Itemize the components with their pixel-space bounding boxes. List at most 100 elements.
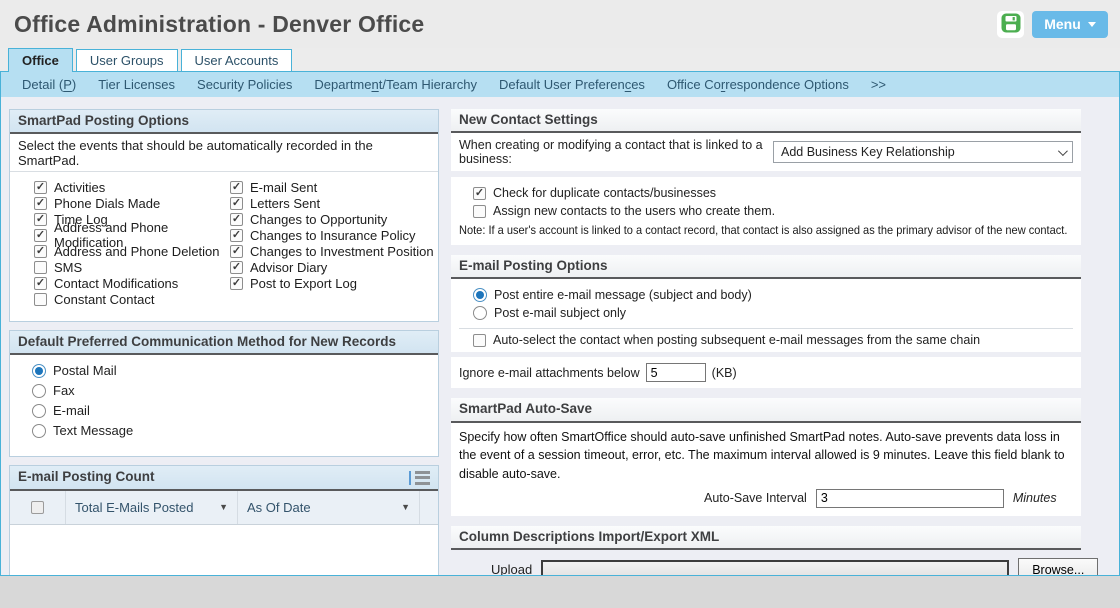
tab-bar: Office User Groups User Accounts xyxy=(0,48,1120,71)
business-link-select[interactable]: Add Business Key Relationship xyxy=(773,141,1073,163)
radio-button[interactable] xyxy=(32,424,46,438)
checkbox[interactable] xyxy=(34,293,47,306)
radio-label: Post entire e-mail message (subject and … xyxy=(494,288,752,302)
column-descriptions-header: Column Descriptions Import/Export XML xyxy=(451,526,1081,550)
email-posting-options-header: E-mail Posting Options xyxy=(451,255,1081,279)
subnav-item[interactable]: Detail (P) xyxy=(11,77,87,92)
ignore-attachments-row: Ignore e-mail attachments below (KB) xyxy=(451,357,1081,388)
checkbox-label: Advisor Diary xyxy=(250,260,327,275)
tab-label: User Groups xyxy=(90,53,164,68)
radio-button[interactable] xyxy=(473,288,487,302)
subnav-item[interactable]: Office Correspondence Options xyxy=(656,77,860,92)
checkbox-label: Post to Export Log xyxy=(250,276,357,291)
comm-method-option: Postal Mail xyxy=(32,362,438,379)
new-contact-checkbox-row: Assign new contacts to the users who cre… xyxy=(459,202,1073,220)
checkbox[interactable] xyxy=(473,334,486,347)
smartpad-option-row: Contact Modifications xyxy=(34,275,230,291)
smartpad-autosave-section: SmartPad Auto-Save Specify how often Sma… xyxy=(451,398,1081,515)
smartpad-posting-description: Select the events that should be automat… xyxy=(10,134,438,172)
checkbox-label: Changes to Insurance Policy xyxy=(250,228,415,243)
checkbox-label: Contact Modifications xyxy=(54,276,178,291)
browse-button[interactable]: Browse... xyxy=(1018,558,1098,575)
smartpad-checkbox-grid: Activities Phone Dials Made xyxy=(10,172,438,321)
subnav-item[interactable]: >> xyxy=(860,77,897,92)
smartpad-autosave-description: Specify how often SmartOffice should aut… xyxy=(451,423,1081,486)
checkbox-label: E-mail Sent xyxy=(250,180,317,195)
table-column-total-emails[interactable]: Total E-Mails Posted ▼ xyxy=(66,491,238,524)
save-icon xyxy=(1001,13,1021,36)
email-posting-radio-row: Post entire e-mail message (subject and … xyxy=(459,286,1073,304)
ignore-attachments-unit: (KB) xyxy=(712,366,737,380)
tab-label: User Accounts xyxy=(195,53,279,68)
checkbox[interactable] xyxy=(230,229,243,242)
upload-file-input[interactable] xyxy=(541,560,1009,575)
radio-button[interactable] xyxy=(32,364,46,378)
subnav-item[interactable]: Default User Preferences xyxy=(488,77,656,92)
save-button[interactable] xyxy=(997,11,1024,38)
new-contact-checkbox-block: Check for duplicate contacts/businesses … xyxy=(451,177,1081,245)
tab[interactable]: Office xyxy=(8,48,73,72)
tab[interactable]: User Accounts xyxy=(181,49,293,71)
filter-icon[interactable]: ▼ xyxy=(401,502,410,512)
table-select-all-cell xyxy=(10,491,66,524)
radio-button[interactable] xyxy=(473,306,487,320)
office-administration-page: Office Administration - Denver Office Me… xyxy=(0,0,1120,608)
smartpad-option-row: Post to Export Log xyxy=(230,275,434,291)
page-bottom-strip xyxy=(0,576,1120,608)
checkbox[interactable] xyxy=(34,261,47,274)
smartpad-option-row: Changes to Insurance Policy xyxy=(230,227,434,243)
page-title: Office Administration - Denver Office xyxy=(14,11,424,38)
menu-button[interactable]: Menu xyxy=(1032,11,1108,38)
menu-button-label: Menu xyxy=(1044,16,1081,32)
select-all-checkbox[interactable] xyxy=(31,501,44,514)
radio-label: Postal Mail xyxy=(53,363,117,378)
checkbox[interactable] xyxy=(34,181,47,194)
table-column-as-of-date[interactable]: As Of Date ▼ xyxy=(238,491,420,524)
subnav-item[interactable]: Security Policies xyxy=(186,77,303,92)
radio-button[interactable] xyxy=(32,384,46,398)
smartpad-option-row: SMS xyxy=(34,259,230,275)
checkbox[interactable] xyxy=(34,229,47,242)
checkbox[interactable] xyxy=(34,197,47,210)
smartpad-option-row: Constant Contact xyxy=(34,291,230,307)
checkbox[interactable] xyxy=(230,213,243,226)
email-posting-count-header: E-mail Posting Count xyxy=(10,466,438,490)
checkbox[interactable] xyxy=(473,205,486,218)
business-link-label: When creating or modifying a contact tha… xyxy=(459,138,773,166)
checkbox-label: Activities xyxy=(54,180,105,195)
checkbox[interactable] xyxy=(34,245,47,258)
smartpad-autosave-header: SmartPad Auto-Save xyxy=(451,398,1081,422)
comm-method-header: Default Preferred Communication Method f… xyxy=(10,331,438,355)
radio-button[interactable] xyxy=(32,404,46,418)
new-contact-checkbox-row: Check for duplicate contacts/businesses xyxy=(459,184,1073,202)
list-menu-icon[interactable] xyxy=(409,471,430,485)
content-frame: Detail (P) Tier Licenses Security Polici… xyxy=(0,71,1120,576)
checkbox-label: Letters Sent xyxy=(250,196,320,211)
smartpad-checkbox-col1: Activities Phone Dials Made xyxy=(16,179,230,307)
checkbox[interactable] xyxy=(230,181,243,194)
table-empty-body xyxy=(10,525,438,575)
column-header-label: As Of Date xyxy=(247,500,311,515)
smartpad-option-row: Address and Phone Modification xyxy=(34,227,230,243)
checkbox-label: Changes to Opportunity xyxy=(250,212,387,227)
checkbox[interactable] xyxy=(34,277,47,290)
tab[interactable]: User Groups xyxy=(76,49,178,71)
filter-icon[interactable]: ▼ xyxy=(219,502,228,512)
subnav-item[interactable]: Department/Team Hierarchy xyxy=(303,77,488,92)
autosave-interval-input[interactable] xyxy=(816,489,1004,508)
checkbox[interactable] xyxy=(230,277,243,290)
checkbox[interactable] xyxy=(230,197,243,210)
tab-label: Office xyxy=(22,53,59,68)
new-contact-checkboxes: Check for duplicate contacts/businesses … xyxy=(459,184,1073,220)
autosave-interval-label: Auto-Save Interval xyxy=(704,491,807,505)
checkbox[interactable] xyxy=(230,245,243,258)
checkbox[interactable] xyxy=(34,213,47,226)
column-descriptions-section: Column Descriptions Import/Export XML Up… xyxy=(451,526,1081,575)
smartpad-option-row: Advisor Diary xyxy=(230,259,434,275)
checkbox[interactable] xyxy=(473,187,486,200)
checkbox-label: Constant Contact xyxy=(54,292,154,307)
subnav-item[interactable]: Tier Licenses xyxy=(87,77,186,92)
checkbox[interactable] xyxy=(230,261,243,274)
ignore-attachments-input[interactable] xyxy=(646,363,706,382)
smartpad-option-row: Letters Sent xyxy=(230,195,434,211)
